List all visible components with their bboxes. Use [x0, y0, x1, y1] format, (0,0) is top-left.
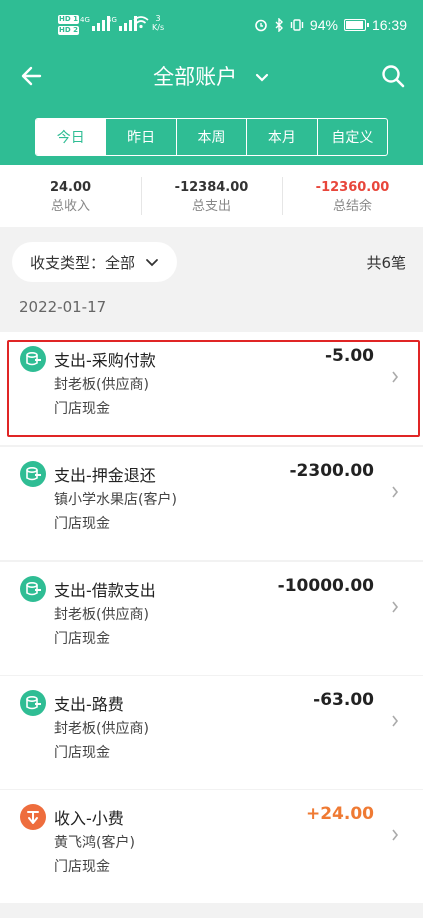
transaction-account: 门店现金 — [54, 745, 110, 761]
transaction-amount: -10000.00 — [277, 576, 374, 596]
date-range-tabs: 今日 昨日 本周 本月 自定义 — [35, 118, 388, 156]
tab-yesterday[interactable]: 昨日 — [105, 119, 175, 155]
transaction-row[interactable]: 收入-小费 +24.00 黄飞鸿(客户) 门店现金 — [0, 790, 423, 903]
header: HD 1 HD 2 4G 4G 3 K/s 94% 16:39 全部账户 今日 … — [0, 0, 423, 165]
transaction-row[interactable]: 支出-路费 -63.00 封老板(供应商) 门店现金 — [0, 676, 423, 789]
transaction-row[interactable]: 支出-押金退还 -2300.00 镇小学水果店(客户) 门店现金 — [0, 447, 423, 560]
transaction-account: 门店现金 — [54, 631, 110, 647]
transaction-party: 封老板(供应商) — [54, 607, 149, 623]
alarm-icon — [255, 19, 267, 32]
transaction-title: 支出-借款支出 — [54, 581, 156, 600]
record-count: 共6笔 — [366, 254, 406, 272]
transaction-title: 支出-押金退还 — [54, 466, 156, 485]
chevron-right-icon — [392, 601, 399, 613]
chevron-right-icon — [392, 486, 399, 498]
transaction-row[interactable]: 支出-借款支出 -10000.00 封老板(供应商) 门店现金 — [0, 562, 423, 675]
expense-summary: -12384.00 总支出 — [141, 165, 282, 227]
clock-time: 16:39 — [371, 17, 407, 33]
transaction-account: 门店现金 — [54, 516, 110, 532]
tab-custom[interactable]: 自定义 — [316, 119, 387, 155]
status-right: 94% 16:39 — [254, 14, 407, 36]
chevron-down-icon — [146, 258, 158, 266]
transaction-party: 黄飞鸿(客户) — [54, 835, 135, 851]
battery-percent: 94% — [309, 17, 338, 33]
battery-icon — [343, 19, 369, 31]
chevron-right-icon — [392, 829, 399, 841]
income-label: 总收入 — [50, 199, 90, 214]
expense-value: -12384.00 — [174, 180, 249, 195]
expense-icon — [20, 461, 46, 487]
vibrate-icon — [290, 19, 304, 31]
sim-indicator: HD 1 HD 2 — [58, 13, 81, 35]
transaction-amount: -63.00 — [313, 690, 374, 710]
transaction-title: 支出-采购付款 — [54, 351, 156, 370]
type-filter-label: 收支类型：全部 — [30, 253, 136, 272]
wifi-icon — [133, 16, 149, 29]
nav-bar: 全部账户 — [0, 50, 423, 102]
transaction-party: 镇小学水果店(客户) — [54, 492, 177, 508]
transaction-party: 封老板(供应商) — [54, 377, 149, 393]
transaction-row[interactable]: 支出-采购付款 -5.00 封老板(供应商) 门店现金 — [0, 332, 423, 445]
search-icon[interactable] — [379, 62, 407, 90]
tab-this-month[interactable]: 本月 — [246, 119, 316, 155]
expense-label: 总支出 — [191, 199, 231, 214]
balance-value: -12360.00 — [315, 180, 390, 195]
chevron-right-icon — [392, 371, 399, 383]
balance-label: 总结余 — [332, 199, 372, 214]
income-summary: 24.00 总收入 — [0, 165, 141, 227]
chevron-down-icon — [255, 73, 268, 82]
tab-today[interactable]: 今日 — [36, 119, 106, 155]
net1-label: 4G — [80, 16, 90, 24]
tab-this-week[interactable]: 本周 — [175, 119, 246, 155]
net-speed-unit: K/s — [152, 23, 165, 32]
transaction-title: 收入-小费 — [54, 809, 124, 828]
chevron-right-icon — [392, 715, 399, 727]
status-bar: HD 1 HD 2 4G 4G 3 K/s 94% 16:39 — [0, 0, 423, 50]
type-filter-dropdown[interactable]: 收支类型：全部 — [12, 242, 178, 282]
transaction-account: 门店现金 — [54, 401, 110, 417]
expense-icon — [20, 690, 46, 716]
balance-summary: -12360.00 总结余 — [282, 165, 423, 227]
expense-icon — [20, 576, 46, 602]
transaction-party: 封老板(供应商) — [54, 721, 149, 737]
transaction-amount: +24.00 — [305, 804, 374, 824]
transaction-account: 门店现金 — [54, 859, 110, 875]
income-value: 24.00 — [49, 180, 92, 195]
date-group-header: 2022-01-17 — [19, 298, 107, 316]
account-selector[interactable]: 全部账户 — [0, 61, 423, 91]
sim1-badge: HD 1 — [58, 15, 79, 24]
sim2-badge: HD 2 — [58, 26, 79, 35]
transaction-amount: -2300.00 — [289, 461, 375, 481]
net-speed: 3 K/s — [152, 14, 164, 32]
page-title: 全部账户 — [153, 65, 238, 89]
summary-bar: 24.00 总收入 -12384.00 总支出 -12360.00 总结余 — [0, 165, 423, 227]
transaction-amount: -5.00 — [325, 346, 374, 366]
net2-label: 4G — [107, 16, 117, 24]
net-speed-value: 3 — [155, 14, 161, 23]
expense-icon — [20, 346, 46, 372]
bluetooth-icon — [275, 18, 283, 32]
transaction-title: 支出-路费 — [54, 695, 124, 714]
income-icon — [20, 804, 46, 830]
